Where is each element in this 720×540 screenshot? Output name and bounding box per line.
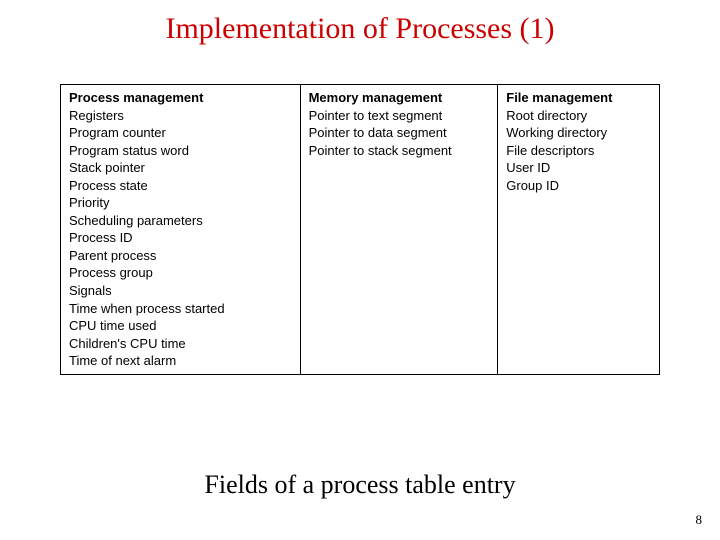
col1-row: CPU time used <box>69 317 292 335</box>
col1-row: Program counter <box>69 124 292 142</box>
col1-row: Registers <box>69 107 292 125</box>
col3-row: File descriptors <box>506 142 651 160</box>
col1-header: Process management <box>69 89 292 107</box>
col2-row: Pointer to stack segment <box>309 142 490 160</box>
col2-row: Pointer to text segment <box>309 107 490 125</box>
col1-row: Time of next alarm <box>69 352 292 370</box>
col3-row: User ID <box>506 159 651 177</box>
col1-row: Priority <box>69 194 292 212</box>
col1-row: Scheduling parameters <box>69 212 292 230</box>
col3-row: Group ID <box>506 177 651 195</box>
col1-row: Process ID <box>69 229 292 247</box>
col1-row: Process state <box>69 177 292 195</box>
col2-header: Memory management <box>309 89 490 107</box>
col3-header: File management <box>506 89 651 107</box>
col1-row: Process group <box>69 264 292 282</box>
col-memory-management: Memory management Pointer to text segmen… <box>300 85 498 375</box>
process-table-container: Process management Registers Program cou… <box>60 84 660 375</box>
col2-row: Pointer to data segment <box>309 124 490 142</box>
col-file-management: File management Root directory Working d… <box>498 85 660 375</box>
slide-title: Implementation of Processes (1) <box>0 0 720 46</box>
col1-row: Children's CPU time <box>69 335 292 353</box>
col1-row: Time when process started <box>69 300 292 318</box>
col-process-management: Process management Registers Program cou… <box>61 85 301 375</box>
col3-row: Root directory <box>506 107 651 125</box>
col1-row: Stack pointer <box>69 159 292 177</box>
col1-row: Parent process <box>69 247 292 265</box>
page-number: 8 <box>696 512 703 528</box>
slide-caption: Fields of a process table entry <box>0 470 720 500</box>
col1-row: Signals <box>69 282 292 300</box>
col3-row: Working directory <box>506 124 651 142</box>
process-table: Process management Registers Program cou… <box>60 84 660 375</box>
col1-row: Program status word <box>69 142 292 160</box>
